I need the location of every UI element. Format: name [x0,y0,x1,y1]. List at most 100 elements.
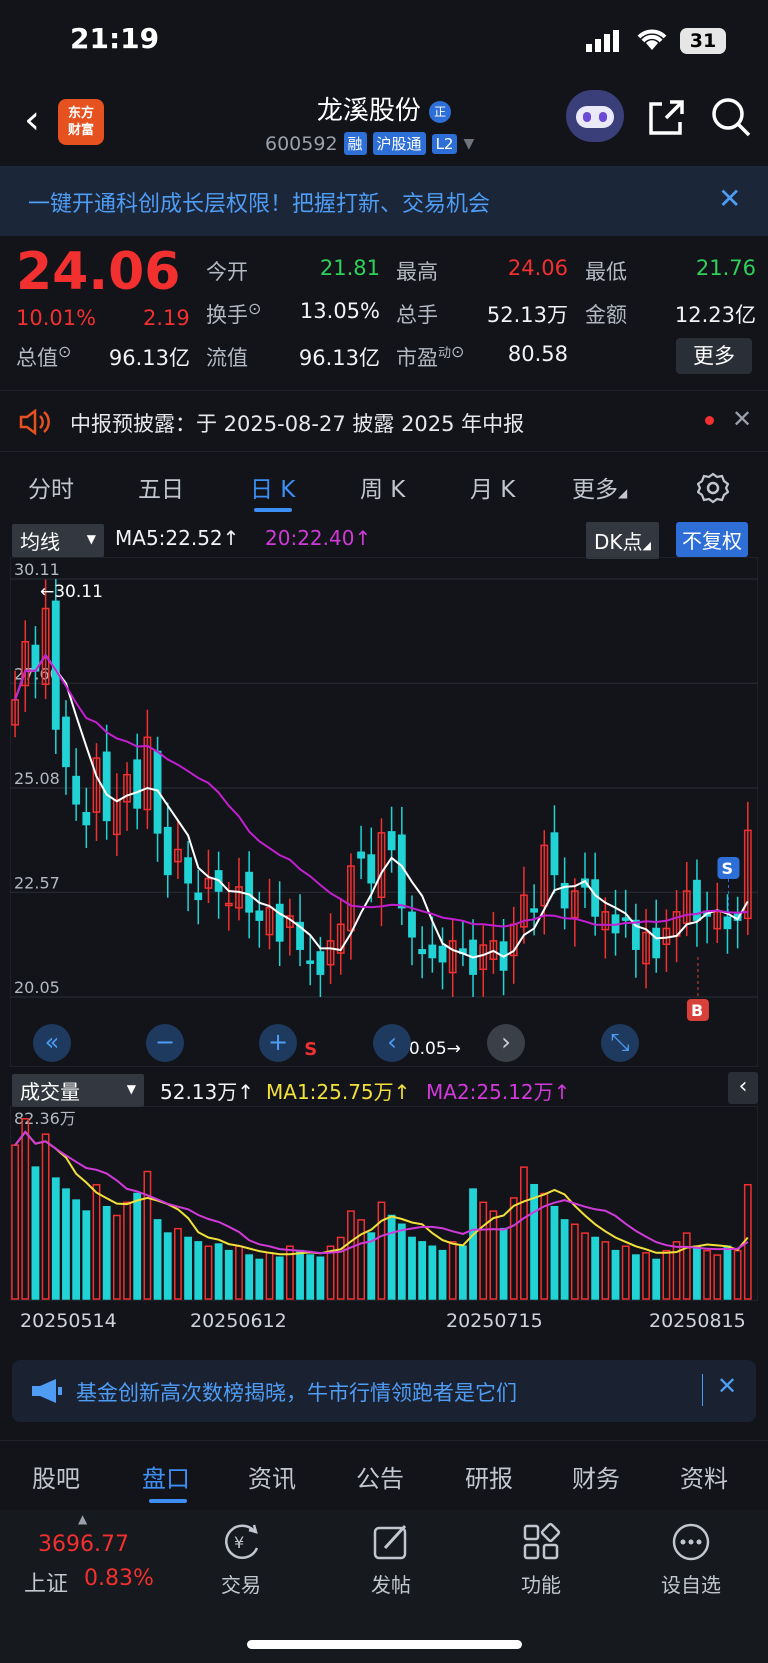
volume-chart[interactable]: 82.36万 [10,1106,758,1301]
volume-indicator-bar: 成交量 ▼ 52.13万↑ MA1:25.75万↑ MA2:25.12万↑ ‹ [0,1070,768,1107]
info-icon[interactable]: ⊙ [248,299,261,318]
stock-title: 龙溪股份 [316,96,421,126]
kline-chart[interactable]: 30.1127.6025.0822.5720.05←30.1120.05→SSB [10,557,758,1067]
vol-ma2-line [14,1130,749,1255]
dk-point-toggle[interactable]: DK点◢ [586,522,659,559]
info-icon[interactable]: ⊙ [451,342,464,361]
close-icon[interactable]: ✕ [732,405,752,433]
turnover-label-text: 换手 [206,303,248,327]
zoom-out-icon[interactable]: − [146,1024,184,1062]
date-axis: 20250514 20250612 20250715 20250815 [0,1306,768,1336]
scroll-right-icon[interactable]: › [487,1024,525,1062]
ad-banner[interactable]: 基金创新高次数榜揭晓，牛市行情领跑者是它们 ✕ [12,1360,756,1422]
trade-button[interactable]: ¥ 交易 [186,1510,296,1598]
volume-bar [703,1249,712,1300]
home-indicator[interactable] [247,1640,522,1649]
post-button[interactable]: 发帖 [336,1510,446,1598]
status-time: 21:19 [70,22,160,55]
trade-icon: ¥ [225,1524,259,1559]
tab-research[interactable]: 研报 [465,1459,513,1494]
ma-selector[interactable]: 均线 ▼ [12,524,104,557]
float-cap-value: 96.13亿 [298,346,380,370]
stock-code-row: 600592 融 沪股通 L2 ▼ [265,132,474,155]
candle-body [357,851,366,859]
chevron-down-icon[interactable]: ▼ [463,136,474,152]
tab-announcements[interactable]: 公告 [356,1459,404,1494]
stock-header: ‹ 东方 财富 龙溪股份 正 600592 融 沪股通 L2 ▼ [0,80,768,166]
zoom-out-far-icon[interactable]: « [33,1024,71,1062]
volume-bar [408,1236,416,1300]
tab-forum[interactable]: 股吧 [32,1459,80,1494]
open-label: 今开 [206,260,248,284]
market-cap-label[interactable]: 总值⊙ [16,342,71,372]
sell-marker: S [304,1039,317,1060]
tab-intraday[interactable]: 分时 [28,470,74,504]
more-button[interactable]: 更多 [676,338,752,374]
functions-button[interactable]: 功能 [486,1510,596,1598]
candle-body [275,903,284,942]
volume-bar [224,1249,233,1300]
candle-body [72,775,81,805]
scroll-left-icon[interactable]: ‹ [373,1024,411,1062]
candle-body [184,857,193,884]
settings-gear-icon[interactable] [697,472,729,504]
turnover-label[interactable]: 换手⊙ [206,299,261,329]
adjust-button[interactable]: 不复权 [676,522,748,557]
close-icon[interactable]: ✕ [718,182,741,215]
volume-bar [581,1232,589,1300]
info-icon[interactable]: ⊙ [58,342,71,361]
amount-label: 金额 [585,303,627,327]
tab-daily-k[interactable]: 日 K [250,470,295,504]
fullscreen-icon[interactable]: ⤡ [601,1024,639,1062]
candle-body [387,831,396,851]
search-icon[interactable] [710,96,752,138]
volume-bar [72,1199,81,1300]
pe-label-text: 市盈 [396,346,438,370]
candle-body [316,951,325,975]
tab-monthly-k[interactable]: 月 K [470,470,515,504]
volume-bar [377,1201,386,1300]
candle-body [438,945,447,963]
pe-value: 80.58 [507,342,568,366]
buy-marker: B [691,1001,703,1020]
svg-text:¥: ¥ [234,1533,244,1552]
ma20-value: 20:22.40↑ [265,526,372,550]
volume-selector[interactable]: 成交量 ▼ [12,1074,144,1107]
detail-tabs: 股吧 盘口 资讯 公告 研报 财务 资料 [0,1440,768,1510]
functions-label: 功能 [521,1573,561,1597]
share-icon[interactable] [646,98,686,138]
dropdown-triangle-icon: ◢ [642,539,651,552]
date-label: 20250612 [190,1310,287,1332]
sell-marker: S [721,859,733,878]
tab-weekly-k[interactable]: 周 K [360,470,405,504]
volume-bar [418,1241,427,1300]
divider [702,1374,703,1406]
ma-selector-label: 均线 [20,530,60,554]
tab-news[interactable]: 资讯 [248,1459,296,1494]
candle-body [418,949,427,955]
robot-assistant-icon[interactable] [566,90,624,142]
volume-bar [652,1258,661,1300]
tab-more[interactable]: 更多◢ [572,470,627,504]
tab-order-book[interactable]: 盘口 [142,1459,190,1494]
promo-banner[interactable]: 一键开通科创成长层权限！把握打新、交易机会 ✕ [0,166,768,236]
tab-financials[interactable]: 财务 [572,1459,620,1494]
collapse-panel-icon[interactable]: ‹ [728,1072,758,1104]
tab-five-day[interactable]: 五日 [138,470,184,504]
candle-body [397,834,406,909]
tab-profile[interactable]: 资料 [680,1459,728,1494]
candle-body [652,927,661,959]
zoom-in-icon[interactable]: + [259,1024,297,1062]
notice-bar[interactable]: 中报预披露：于 2025-08-27 披露 2025 年中报 ✕ [0,390,768,452]
volume-bar [489,1210,498,1300]
edit-icon [373,1524,407,1560]
chevron-up-icon[interactable]: ▲ [78,1512,87,1526]
add-watchlist-button[interactable]: 设自选 [636,1510,746,1598]
pe-label[interactable]: 市盈动⊙ [396,342,464,372]
volume-bar [469,1188,477,1300]
date-label: 20250715 [446,1310,543,1332]
volume-bar [682,1232,691,1300]
volume-bar [357,1219,366,1300]
index-value[interactable]: 3696.77 [38,1532,129,1557]
close-icon[interactable]: ✕ [717,1372,737,1400]
